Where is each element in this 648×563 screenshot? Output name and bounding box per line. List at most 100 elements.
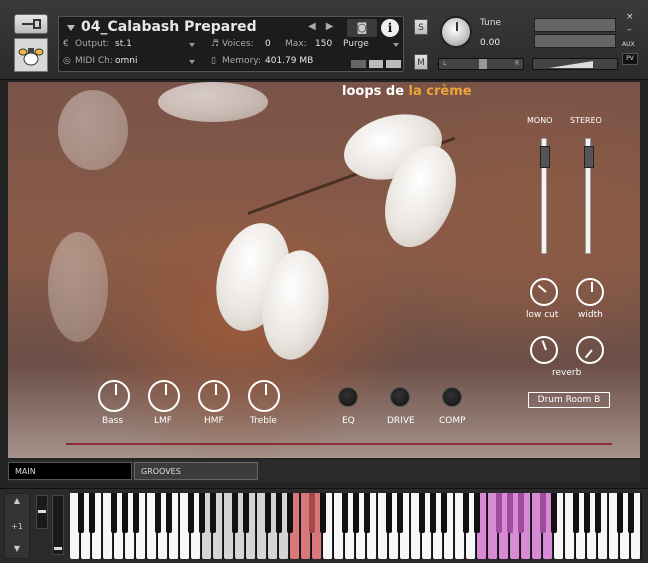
piano-black-key[interactable] bbox=[495, 493, 503, 533]
instrument-menu-arrow-icon[interactable] bbox=[67, 25, 75, 31]
piano-black-key[interactable] bbox=[319, 493, 327, 533]
aux-button[interactable]: AUX bbox=[622, 41, 635, 48]
piano-black-key[interactable] bbox=[154, 493, 162, 533]
edit-tool-button[interactable] bbox=[14, 14, 48, 34]
instrument-info-panel: 04_Calabash Prepared ◀▶ ◙ i € Output: st… bbox=[58, 16, 404, 72]
piano-black-key[interactable] bbox=[198, 493, 206, 533]
close-icon[interactable]: × bbox=[626, 12, 634, 22]
lmf-label: LMF bbox=[154, 416, 172, 426]
piano-black-key[interactable] bbox=[352, 493, 360, 533]
piano-black-key[interactable] bbox=[264, 493, 272, 533]
piano-keyboard[interactable] bbox=[70, 493, 642, 559]
hmf-knob[interactable] bbox=[198, 380, 230, 412]
max-voices-value[interactable]: 150 bbox=[315, 39, 332, 49]
snapshot-camera-icon[interactable]: ◙ bbox=[347, 19, 377, 37]
piano-black-key[interactable] bbox=[308, 493, 316, 533]
mono-fader[interactable] bbox=[540, 138, 550, 254]
piano-black-key[interactable] bbox=[429, 493, 437, 533]
piano-black-key[interactable] bbox=[572, 493, 580, 533]
low-cut-knob[interactable] bbox=[530, 278, 558, 306]
instrument-avatar[interactable] bbox=[14, 38, 48, 72]
hmf-label: HMF bbox=[204, 416, 224, 426]
instrument-main-panel: loops de la crème MONO STEREO low cut wi… bbox=[8, 82, 640, 458]
piano-black-key[interactable] bbox=[242, 493, 250, 533]
width-knob[interactable] bbox=[576, 278, 604, 306]
piano-black-key[interactable] bbox=[187, 493, 195, 533]
low-cut-label: low cut bbox=[526, 310, 559, 320]
piano-black-key[interactable] bbox=[616, 493, 624, 533]
background-shell-image bbox=[58, 90, 128, 170]
purge-menu[interactable]: Purge bbox=[343, 39, 369, 49]
background-shell-image bbox=[48, 232, 108, 342]
midi-dropdown-arrow-icon[interactable] bbox=[189, 60, 195, 64]
reverb-type-select[interactable]: Drum Room B bbox=[528, 392, 610, 408]
drive-toggle[interactable] bbox=[390, 387, 410, 407]
piano-black-key[interactable] bbox=[473, 493, 481, 533]
output-dropdown-arrow-icon[interactable] bbox=[189, 43, 195, 47]
piano-black-key[interactable] bbox=[165, 493, 173, 533]
wrench-icon bbox=[22, 19, 41, 29]
piano-black-key[interactable] bbox=[550, 493, 558, 533]
treble-knob[interactable] bbox=[248, 380, 280, 412]
instrument-header: 04_Calabash Prepared ◀▶ ◙ i € Output: st… bbox=[0, 0, 648, 80]
piano-black-key[interactable] bbox=[440, 493, 448, 533]
piano-black-key[interactable] bbox=[506, 493, 514, 533]
mono-fader-handle[interactable] bbox=[540, 146, 550, 169]
piano-black-key[interactable] bbox=[286, 493, 294, 533]
solo-button[interactable]: S bbox=[414, 19, 428, 35]
reverb-mix-knob[interactable] bbox=[530, 336, 558, 364]
piano-black-key[interactable] bbox=[396, 493, 404, 533]
eq-toggle[interactable] bbox=[338, 387, 358, 407]
treble-label: Treble bbox=[250, 416, 277, 426]
pan-handle[interactable] bbox=[479, 59, 487, 69]
piano-black-key[interactable] bbox=[462, 493, 470, 533]
piano-black-key[interactable] bbox=[627, 493, 635, 533]
midi-channel-select[interactable]: omni bbox=[115, 56, 137, 66]
mute-button[interactable]: M bbox=[414, 54, 428, 70]
mod-wheel[interactable] bbox=[52, 495, 64, 555]
piano-black-key[interactable] bbox=[594, 493, 602, 533]
volume-slider[interactable] bbox=[532, 58, 618, 70]
lmf-knob[interactable] bbox=[148, 380, 180, 412]
piano-black-key[interactable] bbox=[363, 493, 371, 533]
tab-grooves[interactable]: GROOVES bbox=[134, 462, 258, 480]
pan-slider[interactable]: L R bbox=[438, 58, 524, 70]
bass-knob[interactable] bbox=[98, 380, 130, 412]
instrument-name[interactable]: 04_Calabash Prepared bbox=[81, 19, 257, 35]
piano-black-key[interactable] bbox=[231, 493, 239, 533]
piano-black-key[interactable] bbox=[539, 493, 547, 533]
tab-main[interactable]: MAIN bbox=[8, 462, 132, 480]
comp-label: COMP bbox=[439, 416, 466, 426]
instrument-nav-arrows[interactable]: ◀▶ bbox=[308, 21, 343, 32]
stereo-fader[interactable] bbox=[584, 138, 594, 254]
voices-icon: ♬ bbox=[211, 39, 220, 49]
reverb-size-knob[interactable] bbox=[576, 336, 604, 364]
piano-black-key[interactable] bbox=[132, 493, 140, 533]
piano-black-key[interactable] bbox=[209, 493, 217, 533]
minimize-icon[interactable]: – bbox=[627, 25, 632, 35]
pv-button[interactable]: PV bbox=[622, 53, 638, 65]
tune-knob[interactable] bbox=[440, 16, 472, 48]
piano-black-key[interactable] bbox=[121, 493, 129, 533]
octave-down-icon[interactable]: ▼ bbox=[5, 544, 29, 553]
tune-value: 0.00 bbox=[480, 38, 501, 48]
purge-dropdown-arrow-icon[interactable] bbox=[393, 43, 399, 47]
piano-black-key[interactable] bbox=[517, 493, 525, 533]
eq-label: EQ bbox=[342, 416, 355, 426]
octave-up-icon[interactable]: ▲ bbox=[5, 496, 29, 505]
panel-divider bbox=[66, 443, 612, 445]
piano-black-key[interactable] bbox=[275, 493, 283, 533]
piano-black-key[interactable] bbox=[77, 493, 85, 533]
comp-toggle[interactable] bbox=[442, 387, 462, 407]
info-icon[interactable]: i bbox=[381, 19, 399, 37]
pitch-wheel[interactable] bbox=[36, 495, 48, 529]
output-select[interactable]: st.1 bbox=[115, 39, 132, 49]
mono-label: MONO bbox=[527, 116, 553, 125]
stereo-fader-handle[interactable] bbox=[584, 146, 594, 169]
piano-black-key[interactable] bbox=[385, 493, 393, 533]
piano-black-key[interactable] bbox=[583, 493, 591, 533]
piano-black-key[interactable] bbox=[110, 493, 118, 533]
piano-black-key[interactable] bbox=[418, 493, 426, 533]
piano-black-key[interactable] bbox=[88, 493, 96, 533]
piano-black-key[interactable] bbox=[341, 493, 349, 533]
